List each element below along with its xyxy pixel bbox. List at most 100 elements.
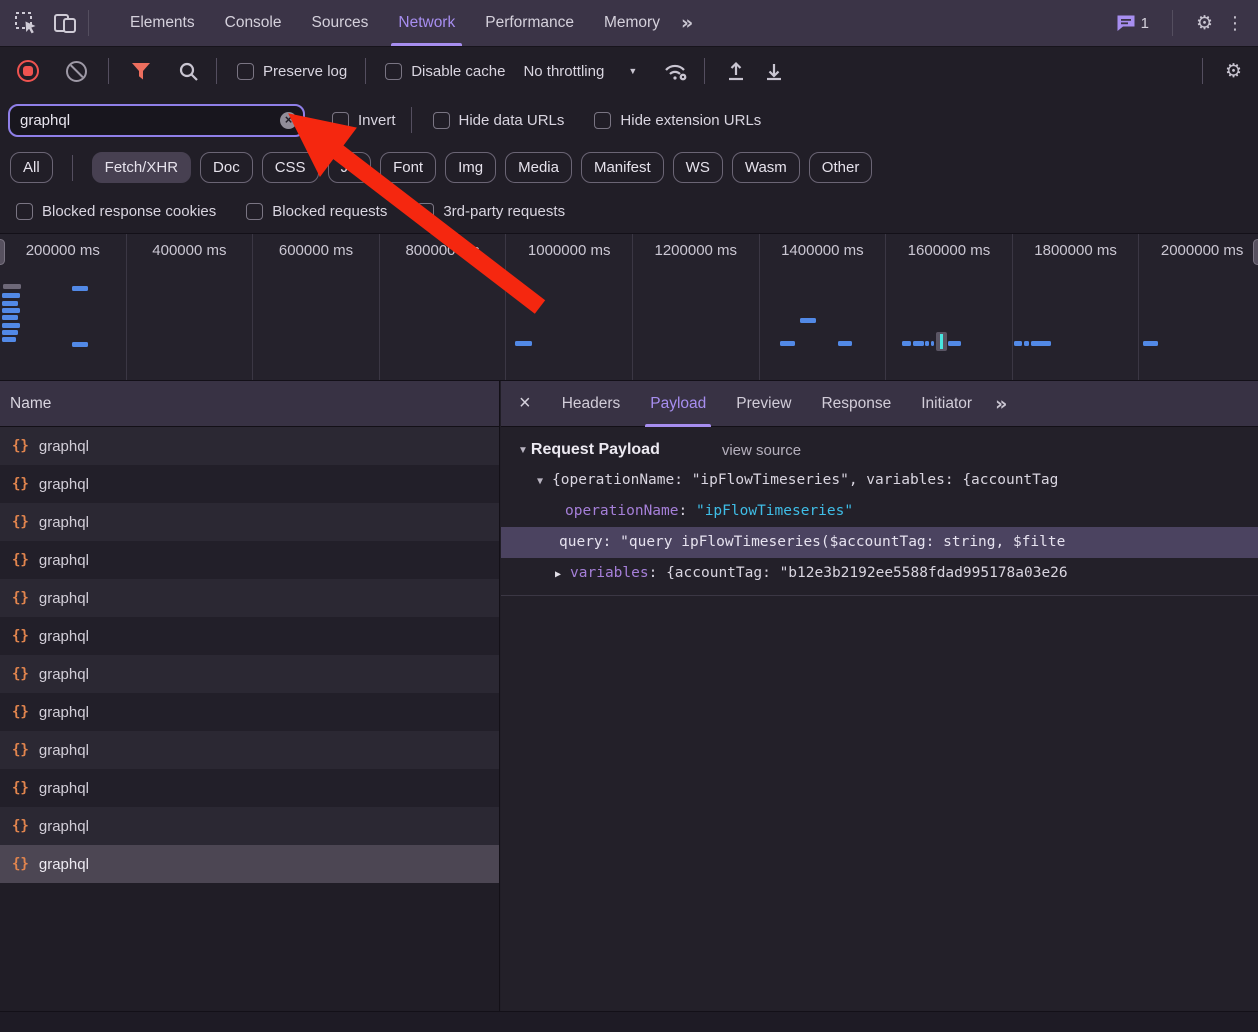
network-settings-gear-icon[interactable]: ⚙ [1225, 60, 1242, 82]
chip-ws[interactable]: WS [673, 152, 723, 183]
request-row[interactable]: {}graphql [0, 503, 499, 541]
request-row[interactable]: {}graphql [0, 427, 499, 465]
request-timeline-bar [925, 341, 929, 346]
request-timeline-bar [2, 301, 18, 306]
name-column-header[interactable]: Name [0, 381, 499, 427]
blocked-response-cookies-checkbox[interactable] [16, 203, 33, 220]
request-timeline-bar [800, 318, 816, 323]
devtools-tab-bar: ElementsConsoleSourcesNetworkPerformance… [0, 0, 1258, 47]
chip-wasm[interactable]: Wasm [732, 152, 800, 183]
third-party-requests-checkbox[interactable] [417, 203, 434, 220]
payload-root-row[interactable]: ▼{operationName: "ipFlowTimeseries", var… [501, 465, 1258, 496]
filter-input[interactable] [8, 104, 305, 137]
request-payload-section[interactable]: ▼ Request Payload view source [518, 441, 1258, 459]
details-tab-bar: × HeadersPayloadPreviewResponseInitiator… [501, 381, 1258, 427]
issues-button[interactable]: 1 [1116, 14, 1149, 32]
details-tab-initiator[interactable]: Initiator [906, 381, 987, 427]
request-timeline-bar [931, 341, 934, 346]
request-row[interactable]: {}graphql [0, 655, 499, 693]
timeline-tick: 600000 ms [253, 234, 380, 380]
property-value: "query ipFlowTimeseries($accountTag: str… [620, 534, 1065, 550]
hide-data-urls-label: Hide data URLs [459, 112, 565, 129]
throttling-dropdown[interactable]: No throttling ▼ [523, 63, 637, 80]
clear-filter-icon[interactable]: × [280, 112, 297, 129]
more-panels-icon[interactable]: » [681, 12, 693, 34]
divider [88, 10, 89, 36]
view-source-link[interactable]: view source [722, 442, 801, 459]
record-network-log-button[interactable] [17, 60, 39, 82]
kebab-menu-icon[interactable]: ⋮ [1226, 13, 1244, 34]
clear-network-log-button[interactable] [66, 61, 87, 82]
chevron-down-icon: ▼ [628, 66, 637, 76]
details-tab-payload[interactable]: Payload [635, 381, 721, 427]
details-tab-headers[interactable]: Headers [547, 381, 636, 427]
collapse-section-icon[interactable]: ▼ [518, 445, 528, 456]
tab-memory[interactable]: Memory [589, 0, 675, 46]
chip-doc[interactable]: Doc [200, 152, 253, 183]
timeline-tick-label: 1200000 ms [654, 242, 737, 259]
request-row[interactable]: {}graphql [0, 769, 499, 807]
request-row[interactable]: {}graphql [0, 731, 499, 769]
settings-gear-icon[interactable]: ⚙ [1196, 12, 1213, 34]
request-row[interactable]: {}graphql [0, 617, 499, 655]
request-row[interactable]: {}graphql [0, 693, 499, 731]
query-row-selected[interactable]: query: "query ipFlowTimeseries($accountT… [501, 527, 1258, 558]
preserve-log-checkbox[interactable] [237, 63, 254, 80]
device-toolbar-icon[interactable] [52, 12, 78, 35]
json-request-icon: {} [12, 628, 29, 644]
chip-img[interactable]: Img [445, 152, 496, 183]
inspect-element-icon[interactable] [14, 11, 38, 35]
hide-extension-urls-checkbox[interactable] [594, 112, 611, 129]
blocked-requests-checkbox[interactable] [246, 203, 263, 220]
request-row[interactable]: {}graphql [0, 807, 499, 845]
blocked-requests-label: Blocked requests [272, 203, 387, 220]
request-timeline-bar [2, 330, 18, 335]
chip-font[interactable]: Font [380, 152, 436, 183]
close-icon[interactable]: × [519, 392, 531, 415]
more-tabs-icon[interactable]: » [995, 393, 1007, 415]
network-conditions-icon[interactable] [662, 61, 690, 82]
timeline-tick: 2000000 ms [1139, 234, 1258, 380]
tab-console[interactable]: Console [210, 0, 297, 46]
timeline-right-handle[interactable] [1253, 239, 1258, 265]
request-row[interactable]: {}graphql [0, 541, 499, 579]
chip-other[interactable]: Other [809, 152, 873, 183]
import-har-icon[interactable] [725, 60, 747, 82]
expand-node-icon[interactable]: ▶ [555, 569, 561, 580]
search-icon[interactable] [178, 61, 199, 82]
variables-row[interactable]: ▶variables: {accountTag: "b12e3b2192ee55… [501, 558, 1258, 589]
chip-js[interactable]: JS [328, 152, 372, 183]
chip-css[interactable]: CSS [262, 152, 319, 183]
timeline-left-handle[interactable] [0, 239, 5, 265]
details-tab-strip: HeadersPayloadPreviewResponseInitiator [547, 381, 987, 426]
chip-all[interactable]: All [10, 152, 53, 183]
request-row[interactable]: {}graphql [0, 465, 499, 503]
divider [72, 155, 73, 181]
tab-network[interactable]: Network [383, 0, 470, 46]
export-har-icon[interactable] [763, 60, 785, 82]
collapse-node-icon[interactable]: ▼ [537, 476, 543, 487]
timeline-tick-label: 1800000 ms [1034, 242, 1117, 259]
invert-checkbox[interactable] [332, 112, 349, 129]
filter-icon[interactable] [131, 62, 151, 81]
chip-manifest[interactable]: Manifest [581, 152, 664, 183]
request-timeline-bar [2, 323, 20, 328]
hide-extension-urls-label: Hide extension URLs [620, 112, 761, 129]
request-row[interactable]: {}graphql [0, 845, 499, 883]
details-tab-preview[interactable]: Preview [721, 381, 806, 427]
chip-fetch-xhr[interactable]: Fetch/XHR [92, 152, 191, 183]
divider [365, 58, 366, 84]
network-overview-timeline[interactable]: 200000 ms400000 ms600000 ms800000 ms1000… [0, 233, 1258, 381]
tab-performance[interactable]: Performance [470, 0, 589, 46]
tab-sources[interactable]: Sources [297, 0, 384, 46]
timeline-tick: 1000000 ms [506, 234, 633, 380]
hide-data-urls-checkbox[interactable] [433, 112, 450, 129]
request-timeline-bar [2, 337, 16, 342]
request-timeline-bar [1031, 341, 1051, 346]
request-row[interactable]: {}graphql [0, 579, 499, 617]
disable-cache-checkbox[interactable] [385, 63, 402, 80]
chip-media[interactable]: Media [505, 152, 572, 183]
details-tab-response[interactable]: Response [806, 381, 906, 427]
tab-elements[interactable]: Elements [115, 0, 210, 46]
json-request-icon: {} [12, 780, 29, 796]
